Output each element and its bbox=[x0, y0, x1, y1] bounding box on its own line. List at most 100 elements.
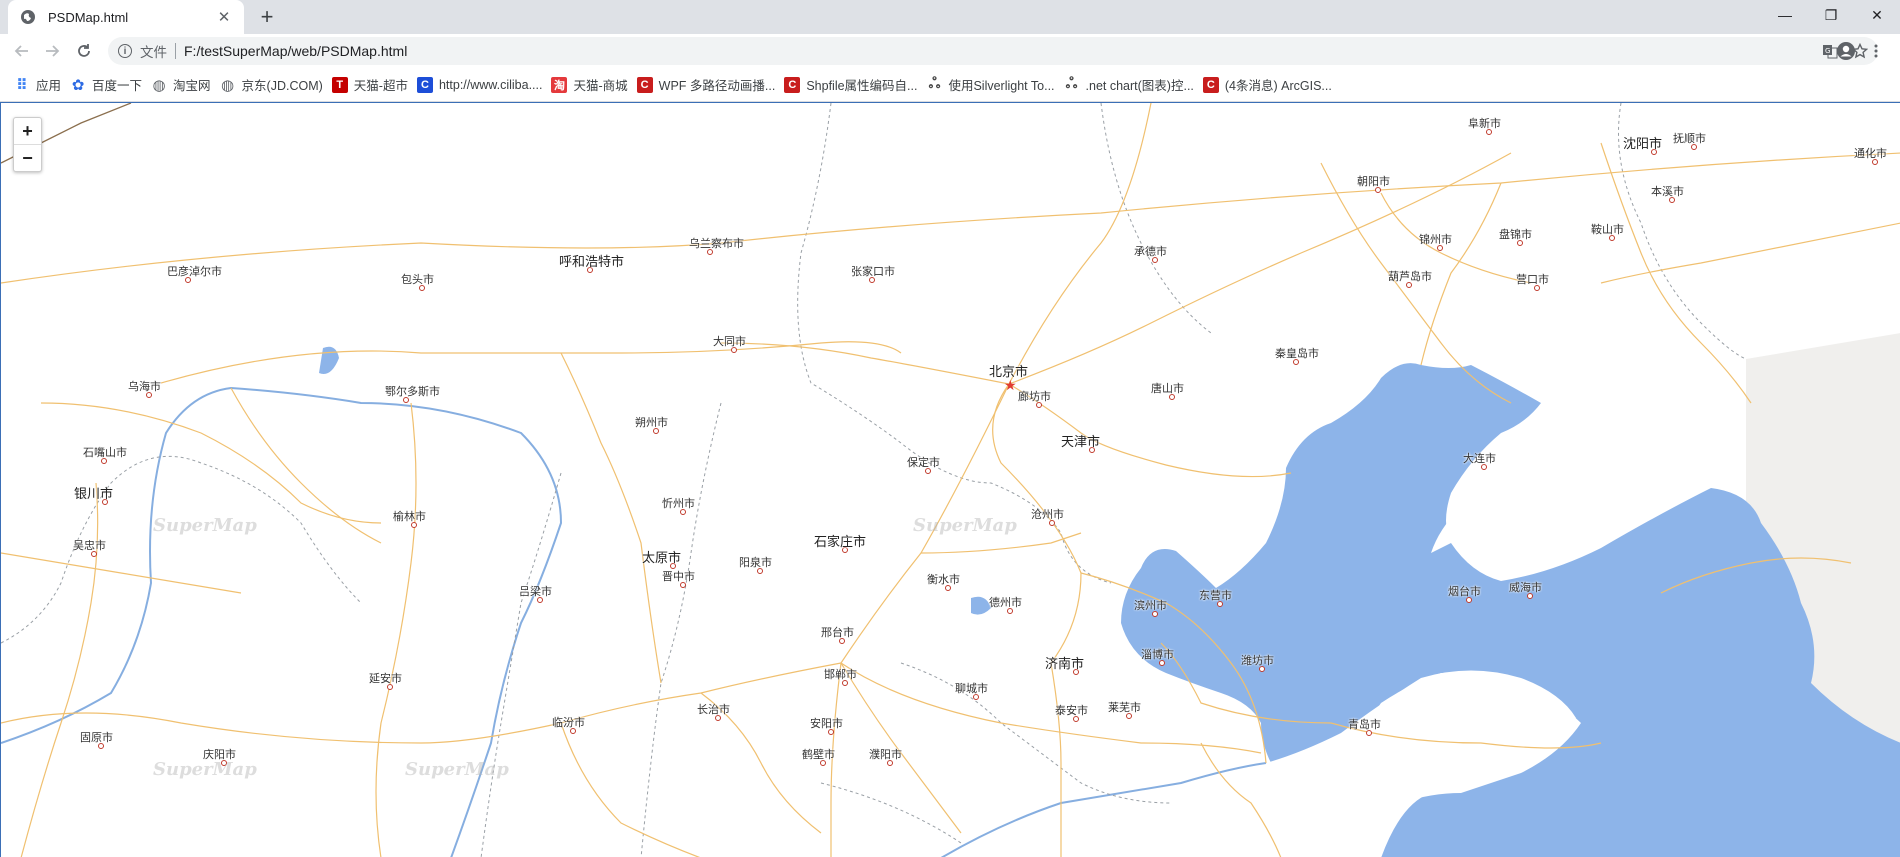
menu-button[interactable] bbox=[1862, 37, 1890, 65]
bookmark-label: 天猫-商城 bbox=[573, 79, 628, 93]
restore-button[interactable]: ❐ bbox=[1808, 0, 1854, 30]
city-label: 葫芦岛市 bbox=[1388, 271, 1432, 283]
bookmark-item[interactable]: C Shpfile属性编码自... bbox=[782, 71, 924, 99]
tmall-shop-icon: 淘 bbox=[551, 76, 568, 93]
city-label: 潍坊市 bbox=[1241, 655, 1274, 667]
city-label: 天津市 bbox=[1061, 434, 1101, 449]
city-label: 盘锦市 bbox=[1499, 229, 1532, 241]
bookmark-label: 京东(JD.COM) bbox=[241, 79, 323, 93]
forward-button[interactable] bbox=[38, 37, 66, 65]
bookmark-label: http://www.ciliba.... bbox=[438, 77, 543, 92]
bookmark-item[interactable]: ◍ 淘宝网 bbox=[149, 71, 218, 99]
zoom-control: + − bbox=[13, 117, 42, 172]
profile-button[interactable] bbox=[1832, 37, 1860, 65]
city-label: 大连市 bbox=[1463, 453, 1496, 465]
city-label: 秦皇岛市 bbox=[1275, 348, 1319, 360]
city-label: 邯郸市 bbox=[824, 669, 857, 681]
city-label: 阜新市 bbox=[1468, 118, 1501, 130]
city-label: 吕梁市 bbox=[519, 586, 552, 598]
city-label: 乌海市 bbox=[128, 381, 161, 393]
tab-psdmap[interactable]: PSDMap.html ✕ bbox=[8, 0, 244, 34]
city-label: 济南市 bbox=[1045, 656, 1085, 671]
csdn-icon: C bbox=[784, 76, 801, 93]
globe-icon: ◍ bbox=[152, 76, 166, 94]
address-bar[interactable]: i 文件 F:/testSuperMap/web/PSDMap.html G bbox=[108, 37, 1878, 65]
bookmarks-bar: ⠿ 应用 ✿ 百度一下 ◍ 淘宝网 ◍ 京东(JD.COM) T 天猫-超市 Chttp://www… bbox=[0, 68, 1900, 102]
bookmark-label: 百度一下 bbox=[92, 79, 143, 93]
bookmark-label: WPF 多路径动画播... bbox=[658, 79, 776, 93]
city-label: 太原市 bbox=[642, 550, 682, 565]
url-text[interactable]: F:/testSuperMap/web/PSDMap.html bbox=[184, 43, 1818, 59]
globe-icon bbox=[20, 9, 36, 25]
city-label: 银川市 bbox=[74, 486, 114, 501]
capital-label: 北京市 bbox=[989, 364, 1029, 379]
city-label: 朔州市 bbox=[635, 417, 668, 429]
city-label: 滨州市 bbox=[1134, 600, 1167, 612]
bookmark-label: 应用 bbox=[36, 79, 62, 93]
browser-toolbar: i 文件 F:/testSuperMap/web/PSDMap.html G bbox=[0, 34, 1900, 68]
new-tab-button[interactable]: + bbox=[254, 4, 280, 30]
capital-star-icon: ★ bbox=[1004, 377, 1017, 393]
bookmark-label: .net chart(图表)控... bbox=[1085, 79, 1194, 93]
bookmark-item[interactable]: ஃ .net chart(图表)控... bbox=[1062, 71, 1201, 99]
city-label: 廊坊市 bbox=[1018, 391, 1051, 403]
baidu-paw-icon: ✿ bbox=[71, 76, 85, 94]
minimize-button[interactable]: — bbox=[1762, 0, 1808, 30]
city-label: 固原市 bbox=[80, 732, 113, 744]
river bbox=[940, 762, 1267, 857]
arrow-right-icon bbox=[46, 45, 60, 57]
zoom-in-button[interactable]: + bbox=[14, 118, 41, 144]
arrow-left-icon bbox=[14, 45, 28, 57]
bookmark-item[interactable]: ஃ 使用Silverlight To... bbox=[924, 71, 1061, 99]
bookmark-label: 淘宝网 bbox=[173, 79, 211, 93]
tmall-icon: T bbox=[331, 76, 348, 93]
city-label: 吴忠市 bbox=[73, 540, 106, 552]
address-divider bbox=[175, 43, 176, 59]
city-label: 鞍山市 bbox=[1591, 224, 1624, 236]
bookmark-item[interactable]: ✿ 百度一下 bbox=[68, 71, 149, 99]
city-label: 东营市 bbox=[1199, 590, 1232, 602]
cnblogs-icon: ஃ bbox=[1065, 75, 1078, 92]
supermap-watermark: SuperMap bbox=[913, 515, 1017, 536]
city-label: 鹤壁市 bbox=[802, 749, 835, 761]
city-label: 石家庄市 bbox=[814, 534, 867, 549]
city-label: 忻州市 bbox=[662, 498, 695, 510]
city-label: 呼和浩特市 bbox=[559, 254, 625, 269]
map-viewer[interactable]: + − ★ 北京市 呼和浩特市 乌兰察布市 张家口市 承德市 阜新市 沈阳市 抚顺市 通化市朝… bbox=[0, 102, 1900, 857]
zoom-out-button[interactable]: − bbox=[14, 144, 41, 171]
tab-close-icon[interactable]: ✕ bbox=[214, 7, 234, 27]
city-label: 长治市 bbox=[697, 704, 730, 716]
city-label: 沧州市 bbox=[1031, 509, 1064, 521]
bookmark-item[interactable]: C WPF 多路径动画播... bbox=[635, 71, 783, 99]
city-label: 营口市 bbox=[1516, 274, 1549, 286]
bookmark-item[interactable]: T 天猫-超市 bbox=[330, 71, 415, 99]
reload-button[interactable] bbox=[70, 37, 98, 65]
city-label: 烟台市 bbox=[1448, 586, 1481, 598]
bookmark-item[interactable]: ⠿ 应用 bbox=[12, 71, 68, 99]
globe-icon: ◍ bbox=[221, 76, 235, 94]
city-label: 德州市 bbox=[989, 597, 1022, 609]
city-label: 抚顺市 bbox=[1673, 133, 1706, 145]
bookmark-item[interactable]: 淘天猫-商城 bbox=[549, 71, 634, 99]
bookmark-item[interactable]: C (4条消息) ArcGIS... bbox=[1201, 71, 1339, 99]
city-label: 包头市 bbox=[401, 274, 434, 286]
map-canvas[interactable] bbox=[1, 103, 1900, 857]
city-label: 邢台市 bbox=[821, 627, 854, 639]
city-label: 青岛市 bbox=[1348, 719, 1381, 731]
city-label: 本溪市 bbox=[1651, 186, 1684, 198]
tab-title: PSDMap.html bbox=[48, 9, 129, 25]
bookmark-item[interactable]: Chttp://www.ciliba.... bbox=[415, 71, 550, 99]
city-label: 聊城市 bbox=[955, 683, 988, 695]
city-label: 巴彦淖尔市 bbox=[167, 266, 222, 278]
bookmark-item[interactable]: ◍ 京东(JD.COM) bbox=[218, 71, 330, 99]
info-icon[interactable]: i bbox=[118, 44, 132, 58]
city-label: 安阳市 bbox=[810, 718, 843, 730]
city-label: 乌兰察布市 bbox=[689, 238, 744, 250]
apps-icon: ⠿ bbox=[16, 76, 28, 94]
csdn-icon: C bbox=[1202, 76, 1219, 93]
cnblogs-icon: ஃ bbox=[928, 75, 941, 92]
back-button[interactable] bbox=[8, 37, 36, 65]
city-label: 石嘴山市 bbox=[83, 447, 127, 459]
window-close-button[interactable]: ✕ bbox=[1854, 0, 1900, 30]
account-icon bbox=[1837, 42, 1855, 60]
